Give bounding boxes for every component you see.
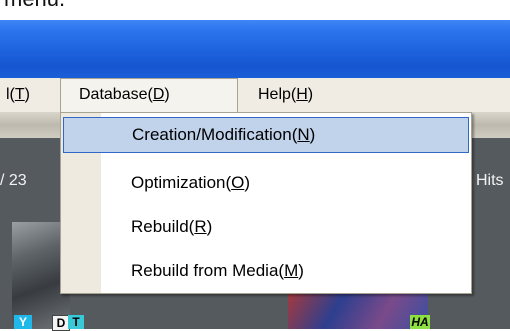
- window-title-bar: [0, 20, 510, 78]
- menu-item-label: Rebuild(: [131, 217, 195, 236]
- menu-item-mnemonic: O: [231, 173, 245, 192]
- menu-item-optimization[interactable]: Optimization(O): [63, 165, 469, 201]
- menu-item-suffix: ): [206, 217, 213, 236]
- menu-item-label: Creation/Modification(: [132, 125, 298, 144]
- menu-item-suffix: ): [298, 261, 304, 280]
- menu-database-suffix: ): [164, 86, 170, 103]
- menu-item-rebuild-from-media[interactable]: Rebuild from Media(M): [63, 253, 469, 289]
- menu-item-mnemonic: N: [297, 125, 310, 144]
- menu-help-label: Help(: [258, 86, 297, 103]
- badge-y: Y: [14, 315, 32, 329]
- menu-help[interactable]: Help(H): [258, 78, 313, 112]
- menu-database[interactable]: Database(D): [60, 78, 238, 113]
- caption-text: menu.: [4, 0, 65, 12]
- menu-item-suffix: ): [244, 173, 251, 192]
- menu-item-label: Rebuild from Media(: [131, 261, 285, 280]
- menu-item-creation-modification[interactable]: Creation/Modification(N): [63, 117, 469, 153]
- caption-strip: menu.: [0, 0, 510, 22]
- database-dropdown-menu: Creation/Modification(N) Optimization(O)…: [60, 112, 472, 294]
- badge-t: T: [68, 315, 84, 329]
- menu-item-mnemonic: M: [284, 261, 299, 280]
- menu-database-mnemonic: D: [152, 86, 165, 103]
- badge-ha: HA: [410, 315, 430, 329]
- menu-item-suffix: ): [309, 125, 316, 144]
- menu-tools[interactable]: l(T): [6, 78, 30, 112]
- menu-item-label: Optimization(: [131, 173, 232, 192]
- hits-label: Hits: [476, 172, 504, 189]
- menu-item-rebuild[interactable]: Rebuild(R): [63, 209, 469, 245]
- menu-tools-suffix: ): [24, 86, 30, 103]
- menu-help-mnemonic: H: [296, 86, 308, 103]
- menu-help-suffix: ): [307, 86, 314, 103]
- item-count: / 23: [0, 172, 27, 189]
- menu-tools-mnemonic: T: [14, 86, 25, 103]
- menu-database-label: Database(: [79, 86, 153, 103]
- menu-item-mnemonic: R: [194, 217, 207, 236]
- menu-bar: l(T) Database(D) Help(H): [0, 78, 510, 113]
- menu-tools-prefix: l(: [6, 86, 15, 103]
